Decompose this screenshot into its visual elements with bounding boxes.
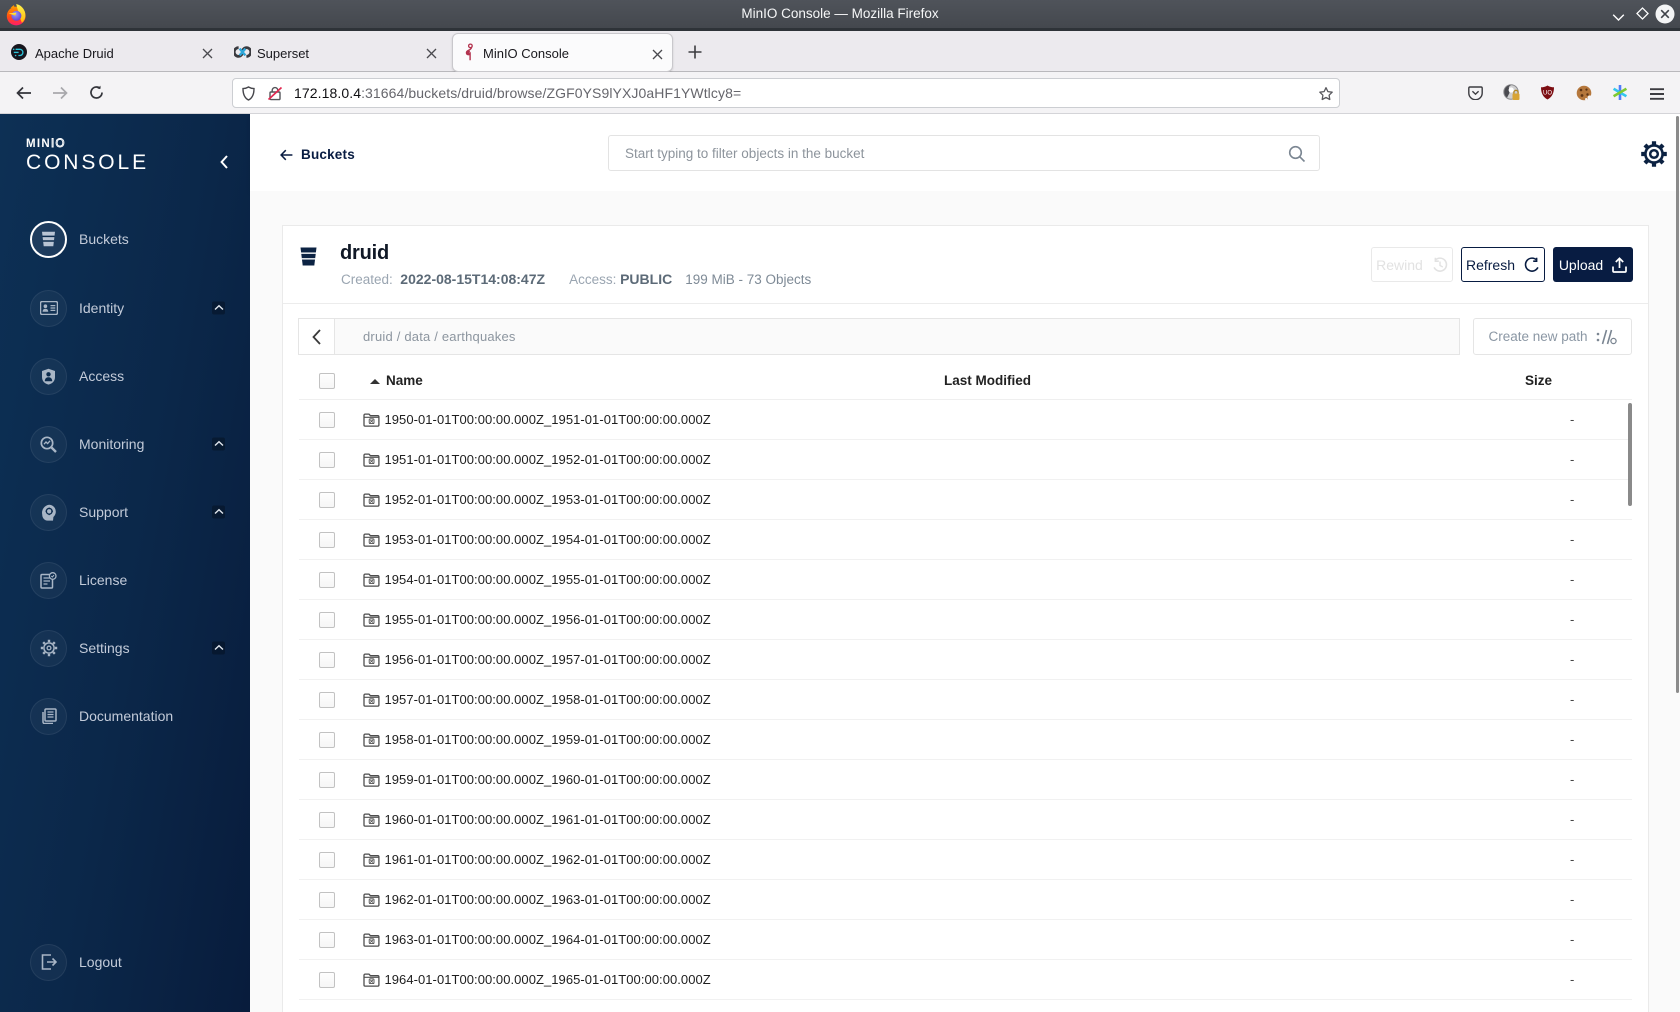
svg-text:UO: UO bbox=[1543, 91, 1552, 97]
